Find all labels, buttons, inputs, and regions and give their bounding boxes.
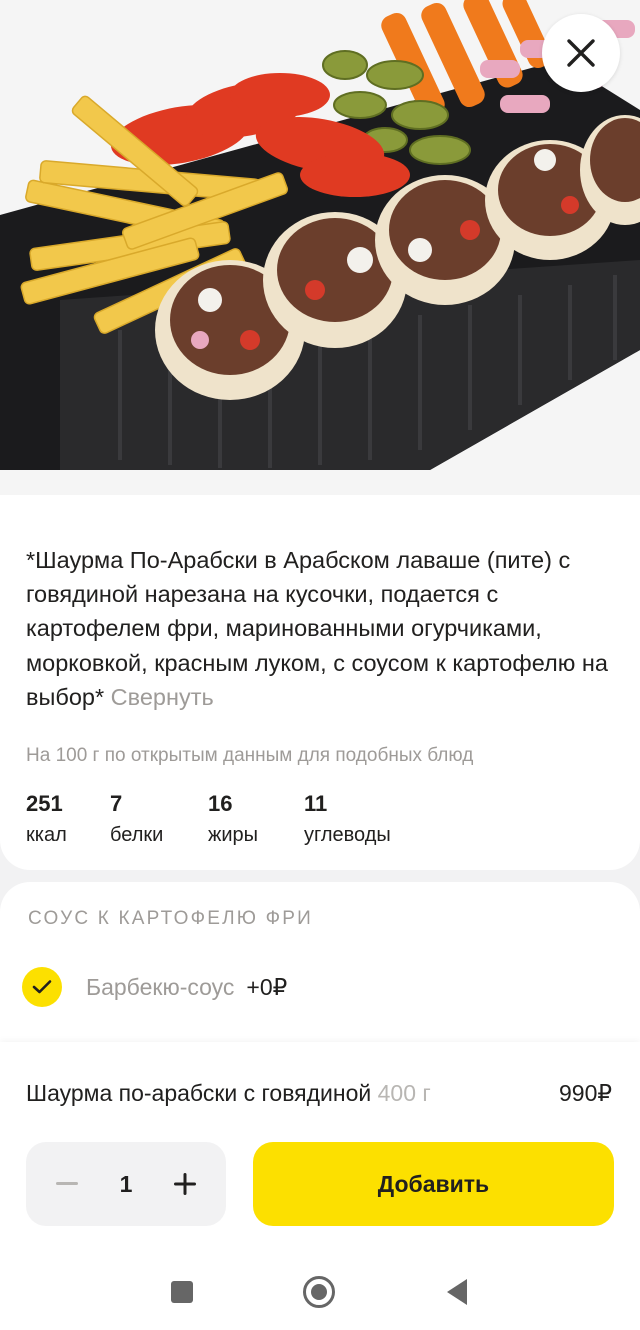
sauce-option-bbq[interactable]: Барбекю-соус +0₽	[22, 966, 287, 1008]
nutrition-label: жиры	[208, 824, 259, 846]
sauce-option-price: +0₽	[246, 973, 288, 1000]
increment-button[interactable]	[168, 1167, 202, 1201]
product-description: *Шаурма По-Арабски в Арабском лаваше (пи…	[26, 543, 626, 714]
plus-icon	[173, 1173, 196, 1195]
product-weight: 400 г	[377, 1080, 431, 1106]
product-price: 990₽	[558, 1080, 612, 1106]
back-button[interactable]	[445, 1278, 469, 1311]
nutrition-value: 251	[26, 791, 63, 816]
home-circle-icon	[303, 1276, 335, 1308]
nutrition-value: 11	[304, 791, 328, 816]
decrement-button[interactable]	[50, 1167, 84, 1201]
quantity-stepper: 1	[26, 1142, 226, 1226]
checkbox[interactable]	[22, 967, 62, 1007]
nutrition-label: ккал	[26, 824, 67, 846]
add-to-cart-button[interactable]: Добавить	[253, 1142, 614, 1226]
nutrition-fat: 16 жиры	[208, 790, 258, 847]
nutrition-value: 7	[110, 791, 123, 816]
nutrition-kcal: 251 ккал	[26, 790, 67, 847]
nutrition-value: 16	[208, 791, 233, 816]
food-tray-image	[0, 0, 640, 495]
close-button[interactable]	[542, 14, 620, 92]
minus-icon	[56, 1182, 78, 1185]
sauce-section-title: СОУС К КАРТОФЕЛЮ ФРИ	[28, 908, 314, 929]
product-photo	[0, 0, 640, 495]
nutrition-protein: 7 белки	[110, 790, 163, 847]
product-name: Шаурма по-арабски с говядиной	[26, 1080, 372, 1106]
back-triangle-icon	[447, 1279, 467, 1305]
nutrition-label: белки	[110, 824, 164, 846]
close-icon	[567, 39, 595, 67]
checkmark-icon	[32, 980, 52, 994]
recent-apps-button[interactable]	[170, 1280, 194, 1309]
nutrition-label: углеводы	[304, 824, 391, 846]
nutrition-carbs: 11 углеводы	[304, 790, 391, 847]
quantity-value: 1	[119, 1170, 133, 1197]
square-icon	[171, 1281, 193, 1303]
nutrition-note: На 100 г по открытым данным для подобных…	[26, 745, 474, 766]
sauce-option-name: Барбекю-соус	[86, 973, 235, 1000]
home-button[interactable]	[302, 1275, 336, 1314]
product-summary: Шаурма по-арабски с говядиной 400 г	[26, 1080, 431, 1107]
system-nav-bar	[0, 1250, 640, 1330]
collapse-link[interactable]: Свернуть	[111, 684, 214, 710]
